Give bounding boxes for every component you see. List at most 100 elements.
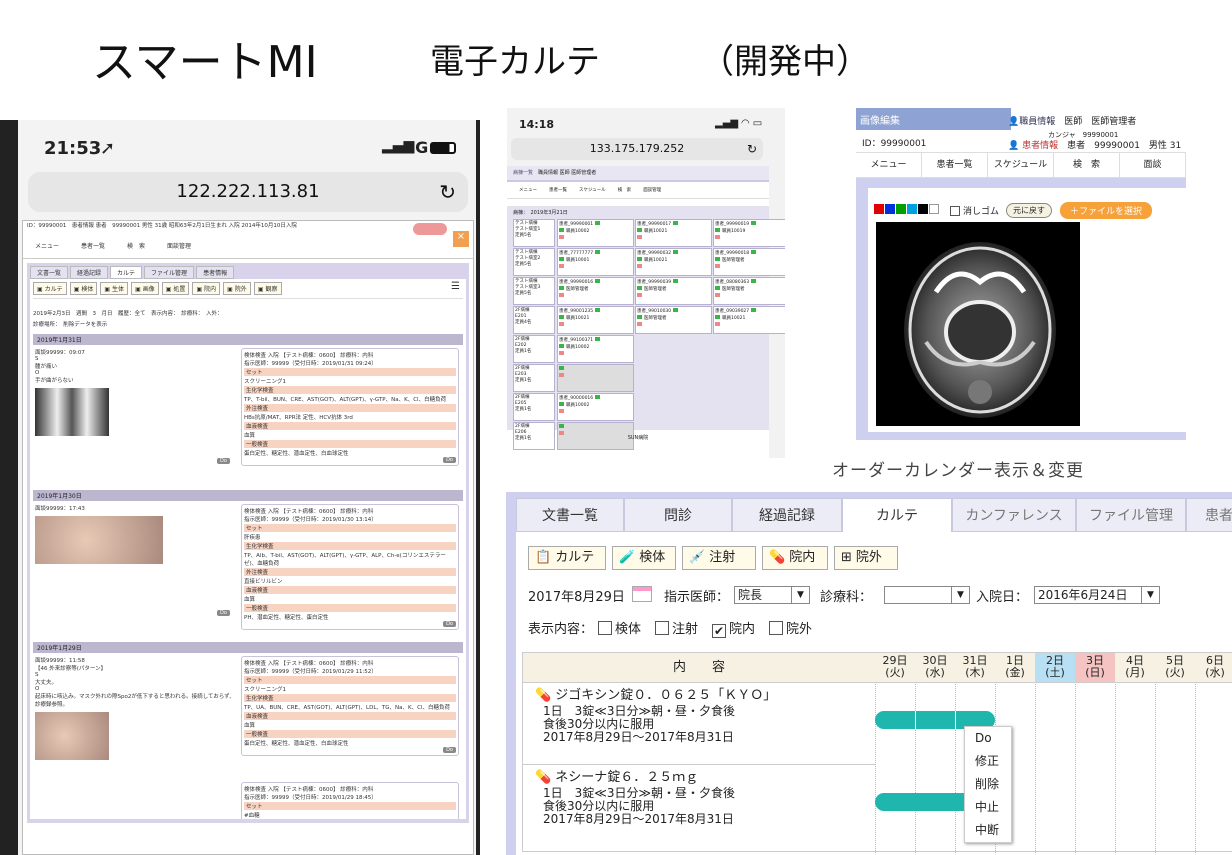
context-menu-item[interactable]: 中止: [965, 796, 1011, 819]
color-swatch[interactable]: [896, 204, 906, 214]
menu-item[interactable]: 検 索: [1054, 153, 1120, 177]
tool-pill-button[interactable]: 💊 院内: [762, 546, 828, 570]
exit-button[interactable]: [413, 223, 447, 235]
bed-cell[interactable]: 患者_99010030 医師管理者: [635, 306, 712, 334]
checkbox[interactable]: [769, 621, 784, 635]
tool-chart-button[interactable]: 📋 カルテ: [528, 546, 606, 570]
tool-button[interactable]: ▣ 院外: [223, 282, 251, 295]
bed-cell[interactable]: 患者_09039027 職員10021: [713, 306, 785, 334]
tab-2[interactable]: カルテ: [110, 266, 143, 279]
tool-button[interactable]: ▣ 観察: [253, 282, 282, 295]
color-swatch[interactable]: [907, 204, 917, 214]
menu-item[interactable]: 患者一覧: [922, 153, 988, 177]
tool-syringe-button[interactable]: 💉 注射: [682, 546, 756, 570]
menu-item[interactable]: 面談: [1120, 153, 1186, 177]
url-bar[interactable]: 122.222.113.81 ↻: [28, 172, 468, 212]
tool-button[interactable]: ▣ カルテ: [33, 282, 67, 295]
close-icon[interactable]: ×: [453, 231, 469, 247]
context-menu-item[interactable]: 削除: [965, 773, 1011, 796]
tab-5[interactable]: ファイル管理: [1076, 498, 1186, 532]
tab-2[interactable]: 経過記録: [732, 498, 842, 532]
reload-icon[interactable]: ↻: [747, 138, 757, 160]
bed-cell[interactable]: 患者_90000016 職員10002: [557, 393, 634, 421]
show-option[interactable]: 注射: [655, 618, 698, 638]
date-header: 30日 (水): [915, 653, 955, 683]
tool-button[interactable]: ▣ 画像: [131, 282, 159, 295]
bed-cell[interactable]: 患者_77777777 職員10001: [557, 248, 634, 276]
tab-1[interactable]: 問診: [624, 498, 732, 532]
tab-1[interactable]: 経過記録: [70, 266, 109, 279]
menu-item[interactable]: 面談管理: [167, 241, 191, 250]
calendar-icon[interactable]: [632, 586, 652, 602]
show-option[interactable]: 検体: [598, 618, 641, 638]
file-select-button[interactable]: ＋ファイルを選択: [1060, 202, 1153, 219]
bed-cell[interactable]: 患者_99990019 職員10019: [713, 219, 785, 247]
order-row[interactable]: 💊 ジゴキシン錠０．０６２５「ＫＹＯ」 1日 3錠≪3日分≫朝・昼・夕食後 食後30分…: [523, 683, 875, 765]
bed-cell[interactable]: 患者_99990018 医師管理者: [713, 248, 785, 276]
bed-cell[interactable]: [557, 364, 634, 392]
url-text: 133.175.179.252: [589, 142, 685, 155]
admission-select[interactable]: 2016年6月24日 ▼: [1034, 586, 1160, 604]
tool-button[interactable]: ▣ 処置: [161, 282, 190, 295]
hamburger-icon[interactable]: ☰: [451, 281, 460, 292]
undo-button[interactable]: 元に戻す: [1006, 203, 1052, 218]
checkbox[interactable]: [655, 621, 670, 635]
menu-item[interactable]: メニュー: [519, 187, 537, 193]
bed-cell[interactable]: 患者_99001235 職員10021: [557, 306, 634, 334]
bed-staff: 医師管理者: [715, 286, 785, 293]
url-bar[interactable]: 133.175.179.252 ↻: [511, 138, 763, 160]
date-weekday: (月): [1125, 666, 1145, 679]
status-icon: [673, 308, 679, 312]
tab-4[interactable]: カンファレンス: [952, 498, 1076, 532]
checkbox[interactable]: [598, 621, 612, 635]
bed-cell[interactable]: 患者_99990001 職員10002: [557, 219, 634, 247]
checkbox[interactable]: ✔: [712, 624, 727, 638]
doctor-select[interactable]: 院長 ▼: [734, 586, 810, 604]
status-icon: [673, 279, 679, 283]
menu-item[interactable]: メニュー: [856, 153, 922, 177]
bed-cell[interactable]: 患者_99990017 職員10021: [635, 219, 712, 247]
tab-0[interactable]: 文書一覧: [30, 266, 69, 279]
do-button[interactable]: Do: [217, 610, 230, 616]
bed-cell[interactable]: 患者_08080363 医師管理者: [713, 277, 785, 305]
reload-icon[interactable]: ↻: [439, 172, 456, 212]
menu-item[interactable]: 患者一覧: [81, 241, 105, 250]
menu-item[interactable]: 検 索: [127, 241, 145, 250]
context-menu-item[interactable]: 中断: [965, 819, 1011, 842]
menu-item[interactable]: 患者一覧: [549, 187, 567, 193]
do-button[interactable]: Do: [443, 747, 456, 753]
context-menu-item[interactable]: 修正: [965, 750, 1011, 773]
context-menu-item[interactable]: Do: [965, 727, 1011, 750]
tool-tube-button[interactable]: 🧪 検体: [612, 546, 676, 570]
bed-cell[interactable]: 患者_99990016 医師管理者: [557, 277, 634, 305]
tab-4[interactable]: 患者情報: [196, 266, 235, 279]
bed-cell[interactable]: 患者_99100371 職員10002: [557, 335, 634, 363]
color-swatch[interactable]: [885, 204, 895, 214]
tool-button[interactable]: ▣ 院内: [192, 282, 221, 295]
bed-cell[interactable]: 患者_99990032 職員10021: [635, 248, 712, 276]
menu-item[interactable]: メニュー: [35, 241, 59, 250]
tool-button[interactable]: ▣ 検体: [69, 282, 98, 295]
menu-item[interactable]: 検 索: [618, 187, 632, 193]
show-option[interactable]: ✔ 院内: [712, 618, 755, 638]
do-button[interactable]: Do: [217, 458, 230, 464]
dept-select[interactable]: ▼: [884, 586, 970, 604]
color-swatch[interactable]: [929, 204, 939, 214]
tab-0[interactable]: 文書一覧: [516, 498, 624, 532]
bed-cell[interactable]: 患者_99990039 医師管理者: [635, 277, 712, 305]
order-row[interactable]: 💊 ネシーナ錠６．２５ｍｇ 1日 3錠≪3日分≫朝・昼・夕食後 食後30分以内に服用 2…: [523, 765, 875, 847]
tab-3[interactable]: カルテ: [842, 498, 952, 532]
color-swatch[interactable]: [874, 204, 884, 214]
do-button[interactable]: Do: [443, 457, 456, 463]
tab-6[interactable]: 患者情: [1186, 498, 1232, 532]
tab-3[interactable]: ファイル管理: [144, 266, 195, 279]
show-option[interactable]: 院外: [769, 618, 812, 638]
tool-pills-button[interactable]: ⊞ 院外: [834, 546, 898, 570]
menu-item[interactable]: スケジュール: [579, 187, 606, 193]
eraser-option[interactable]: 消しゴム: [950, 204, 999, 217]
do-button[interactable]: Do: [443, 621, 456, 627]
menu-item[interactable]: スケジュール: [988, 153, 1054, 177]
menu-item[interactable]: 面談管理: [643, 187, 661, 193]
tool-button[interactable]: ▣ 生体: [100, 282, 129, 295]
color-swatch[interactable]: [918, 204, 928, 214]
